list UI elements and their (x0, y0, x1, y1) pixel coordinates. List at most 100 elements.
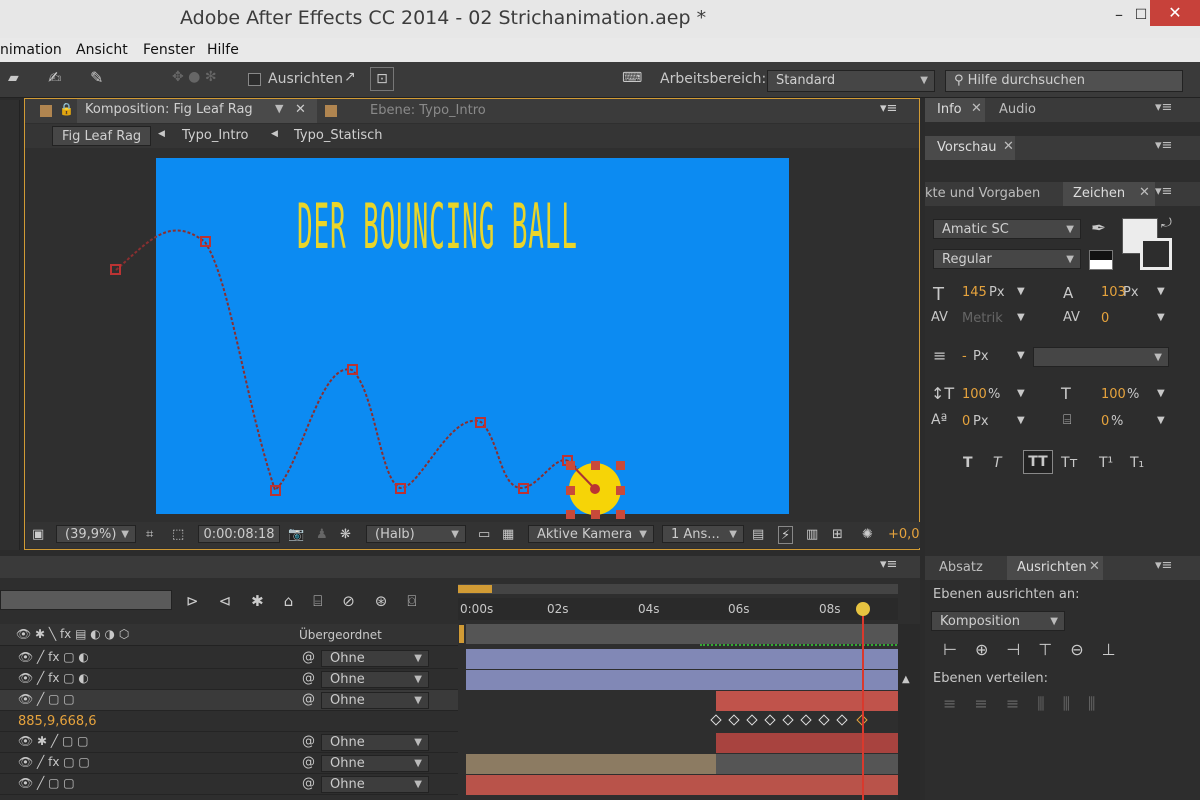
scroll-up-icon[interactable]: ▲ (902, 674, 910, 685)
pickwhip-icon[interactable]: @ (302, 650, 315, 665)
vertical-scale-value[interactable]: 100 (962, 387, 987, 402)
align-buttons-icon[interactable]: ⊢⊕⊣⊤⊖⊥ (943, 640, 1134, 659)
align-to-select[interactable]: Komposition ▼ (931, 611, 1065, 631)
exposure-value[interactable]: +0,0 (888, 526, 920, 544)
bbox-handle[interactable] (566, 461, 575, 470)
chevron-down-icon[interactable]: ▼ (1017, 312, 1025, 323)
stroke-width-value[interactable]: - (962, 349, 967, 364)
keyframe[interactable] (782, 714, 794, 726)
work-area-marker[interactable] (459, 625, 464, 643)
transparency-grid-icon[interactable]: ▦ (502, 526, 514, 544)
safe-zones-icon[interactable]: ⌗ (146, 526, 153, 544)
parent-select[interactable]: Ohne ▼ (321, 692, 429, 709)
layer-bar[interactable] (466, 754, 716, 774)
keyframe[interactable] (800, 714, 812, 726)
stroke-color-swatch[interactable] (1140, 238, 1172, 270)
bbox-handle[interactable] (616, 461, 625, 470)
keyframe[interactable] (818, 714, 830, 726)
font-size-value[interactable]: 145 (962, 285, 987, 300)
layer-switches[interactable]: 👁 ╱ ▢ ▢ (18, 692, 75, 706)
layer-row-selected[interactable]: 👁 ╱ ▢ ▢ @ Ohne ▼ (0, 690, 458, 711)
close-tab-icon[interactable]: ✕ (971, 101, 982, 116)
anchor-point[interactable] (590, 484, 600, 494)
snapshot-icon[interactable]: 📷 (288, 526, 304, 544)
pickwhip-icon[interactable]: @ (302, 755, 315, 770)
baseline-shift-value[interactable]: 0 (962, 414, 970, 429)
superscript-button[interactable]: T¹ (1099, 455, 1113, 471)
faux-italic-button[interactable]: T (993, 455, 1002, 471)
timeline-switch-icons[interactable]: ⊳⊲✱⌂⌸⊘⊛⌼ (186, 592, 436, 610)
default-colors-icon[interactable] (1089, 250, 1113, 270)
layer-bar[interactable] (716, 691, 898, 711)
bbox-handle[interactable] (566, 486, 575, 495)
layer-bar[interactable] (466, 670, 898, 690)
chevron-down-icon[interactable]: ▼ (1157, 286, 1165, 297)
layer-row[interactable]: 👁 ✱ ╱ ▢ ▢ @ Ohne ▼ (0, 732, 458, 753)
position-property-row[interactable]: 885,9,668,6 (0, 711, 458, 732)
views-select[interactable]: 1 Ans... ▼ (662, 525, 744, 543)
close-tab-icon[interactable]: ✕ (1139, 185, 1150, 200)
layer-row[interactable]: 👁 ╱ fx ▢ ◐ @ Ohne ▼ (0, 648, 458, 669)
pixel-aspect-icon[interactable]: ▤ (752, 526, 764, 544)
pickwhip-icon[interactable]: @ (302, 671, 315, 686)
bbox-handle[interactable] (591, 461, 600, 470)
camera-select[interactable]: Aktive Kamera ▼ (528, 525, 654, 543)
tracking-value[interactable]: 0 (1101, 311, 1109, 326)
panel-menu-icon[interactable]: ▾≡ (1155, 100, 1172, 115)
swap-colors-icon[interactable]: ⤾ (1161, 216, 1172, 231)
tsume-value[interactable]: 0 (1101, 414, 1109, 429)
layer-switches[interactable]: 👁 ╱ fx ▢ ▢ (18, 755, 90, 769)
eyedropper-icon[interactable]: ✒ (1091, 218, 1106, 239)
bbox-handle[interactable] (566, 510, 575, 519)
layer-switches[interactable]: 👁 ✱ ╱ ▢ ▢ (18, 734, 88, 748)
bbox-handle[interactable] (616, 510, 625, 519)
subscript-button[interactable]: T₁ (1130, 455, 1144, 471)
chevron-down-icon[interactable]: ▼ (1017, 286, 1025, 297)
layer-row[interactable]: 👁 ╱ fx ▢ ◐ @ Ohne ▼ (0, 669, 458, 690)
time-ruler[interactable]: 0:00s 02s 04s 06s 08s (458, 598, 898, 620)
kerning-value[interactable]: Metrik (962, 311, 1003, 326)
font-family-select[interactable]: Amatic SC ▼ (933, 219, 1081, 239)
chevron-down-icon[interactable]: ▼ (1157, 415, 1165, 426)
parent-select[interactable]: Ohne ▼ (321, 650, 429, 667)
roi-icon[interactable]: ▭ (478, 526, 490, 544)
tab-effects[interactable]: kte und Vorgaben (925, 186, 1040, 201)
parent-select[interactable]: Ohne ▼ (321, 755, 429, 772)
bbox-handle[interactable] (616, 486, 625, 495)
show-snapshot-icon[interactable]: ♟ (316, 526, 328, 544)
pickwhip-icon[interactable]: @ (302, 776, 315, 791)
layer-search-input[interactable] (0, 590, 172, 610)
distribute-buttons-icon[interactable]: ≡≡≡⫼⫼⫼ (943, 694, 1113, 714)
chevron-down-icon[interactable]: ▼ (1017, 388, 1025, 399)
small-caps-button[interactable]: Tт (1061, 455, 1078, 471)
fast-preview-icon[interactable]: ⚡ (778, 526, 794, 544)
all-caps-button[interactable]: TT (1023, 450, 1053, 474)
panel-menu-icon[interactable]: ▾≡ (1155, 184, 1172, 199)
keyframe[interactable] (728, 714, 740, 726)
work-area-bar[interactable] (458, 584, 898, 594)
keyframe[interactable] (836, 714, 848, 726)
chevron-down-icon[interactable]: ▼ (1157, 312, 1165, 323)
layer-bar[interactable] (466, 775, 898, 795)
tab-paragraph[interactable]: Absatz (939, 560, 983, 575)
exposure-icon[interactable]: ✺ (862, 526, 873, 544)
chevron-down-icon[interactable]: ▼ (1017, 350, 1025, 361)
panel-menu-icon[interactable]: ▾≡ (880, 557, 897, 572)
horizontal-scale-value[interactable]: 100 (1101, 387, 1126, 402)
layer-bar[interactable] (466, 649, 898, 669)
always-preview-icon[interactable]: ▣ (32, 526, 44, 544)
close-tab-icon[interactable]: ✕ (1003, 139, 1014, 154)
bbox-handle[interactable] (591, 510, 600, 519)
playhead-line[interactable] (862, 604, 864, 800)
tab-audio[interactable]: Audio (999, 102, 1036, 117)
layer-row[interactable]: 👁 ╱ fx ▢ ▢ @ Ohne ▼ (0, 753, 458, 774)
layer-switches[interactable]: 👁 ╱ ▢ ▢ (18, 776, 75, 790)
parent-select[interactable]: Ohne ▼ (321, 776, 429, 793)
keyframe[interactable] (746, 714, 758, 726)
timeline-icon[interactable]: ▥ (806, 526, 818, 544)
position-value[interactable]: 885,9,668,6 (18, 714, 97, 729)
timecode-field[interactable]: 0:00:08:18 (198, 525, 280, 543)
keyframe[interactable] (710, 714, 722, 726)
parent-select[interactable]: Ohne ▼ (321, 671, 429, 688)
panel-menu-icon[interactable]: ▾≡ (1155, 558, 1172, 573)
